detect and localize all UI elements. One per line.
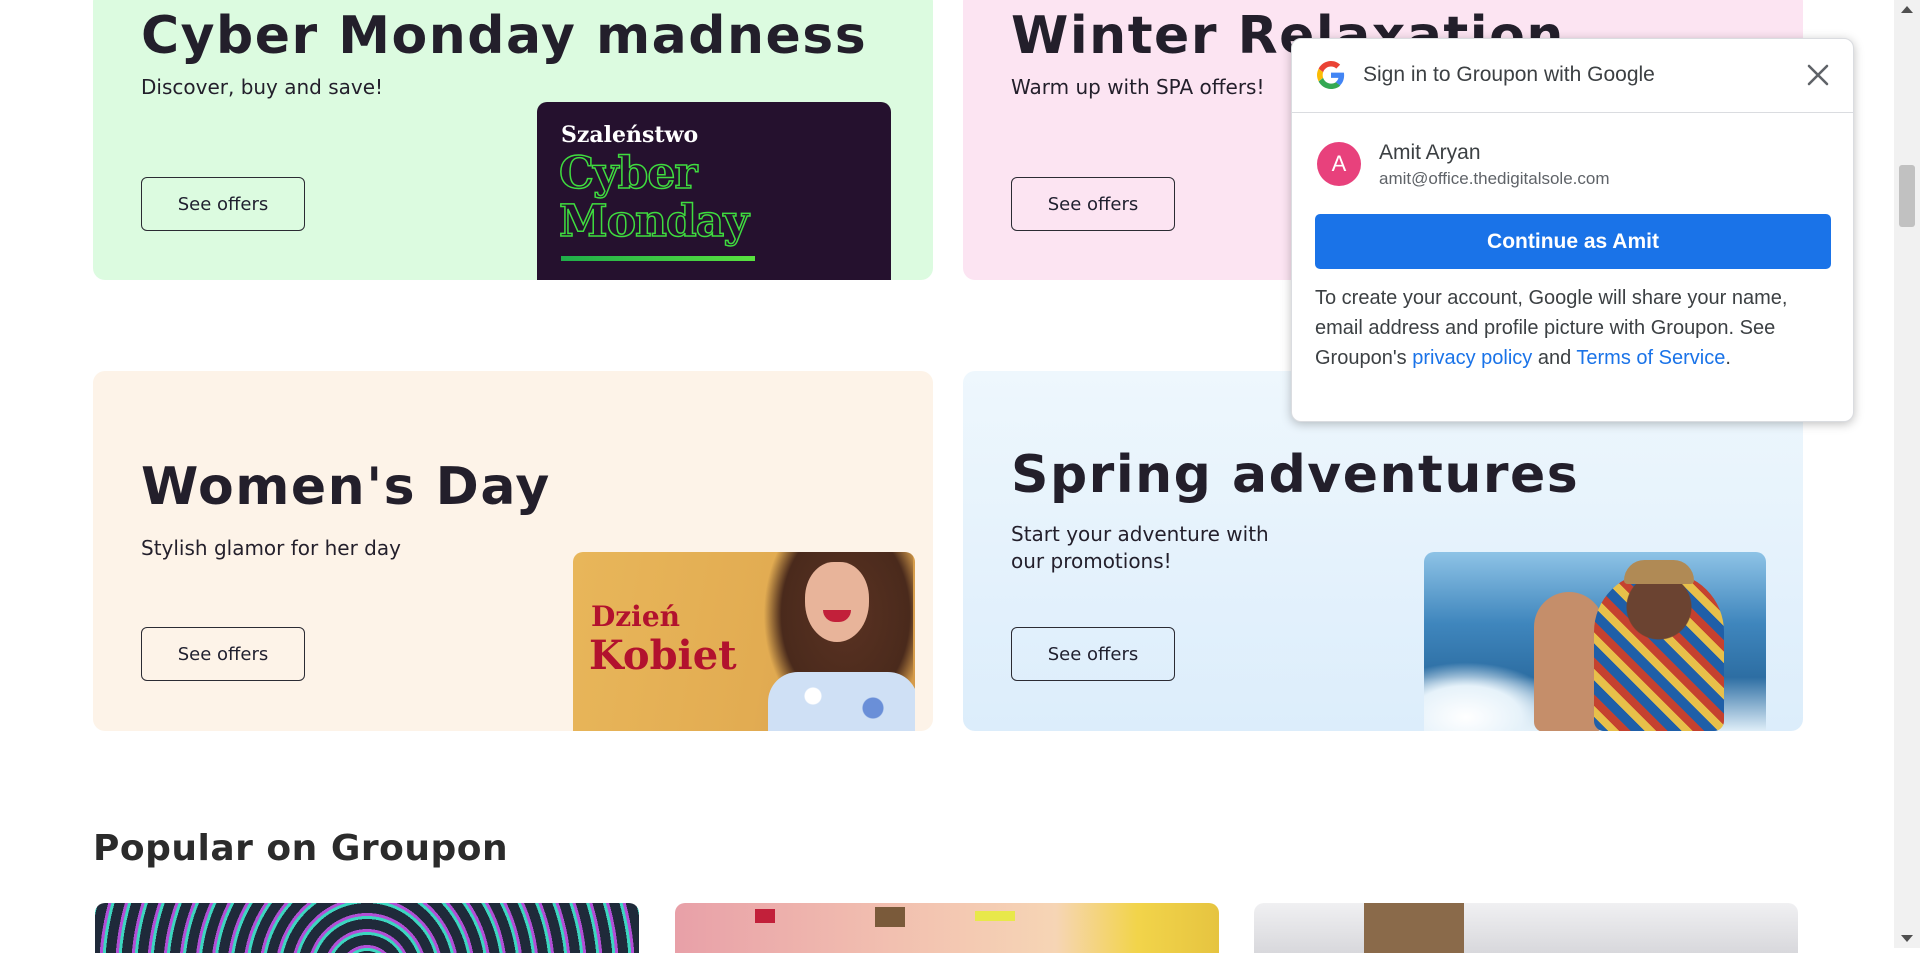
man-hat: [1624, 560, 1694, 584]
card-subtitle: Warm up with SPA offers!: [1011, 75, 1265, 99]
card-title: Cyber Monday madness: [141, 6, 868, 66]
vertical-scrollbar[interactable]: [1894, 0, 1920, 948]
card-title: Women's Day: [141, 457, 551, 517]
tile-flag: [755, 909, 775, 923]
spring-adventures-image[interactable]: [1424, 552, 1766, 731]
deal-tile[interactable]: [1254, 903, 1798, 953]
deal-tile[interactable]: [95, 903, 639, 953]
promo-card-womens-day: Women's Day Stylish glamor for her day S…: [93, 371, 933, 731]
section-title: Popular on Groupon: [93, 828, 509, 869]
woman-dress: [768, 672, 915, 731]
see-offers-button[interactable]: See offers: [1011, 627, 1175, 681]
account-email: amit@office.thedigitalsole.com: [1379, 169, 1610, 188]
promo-text: Szaleństwo: [561, 122, 699, 148]
scrollbar-thumb[interactable]: [1899, 165, 1915, 227]
promo-card-cyber-monday: Cyber Monday madness Discover, buy and s…: [93, 0, 933, 280]
card-subtitle: Stylish glamor for her day: [141, 536, 401, 560]
consent-text-part: .: [1725, 347, 1731, 369]
promo-text: Dzień: [591, 600, 680, 633]
terms-of-service-link[interactable]: Terms of Service: [1576, 347, 1725, 369]
privacy-policy-link[interactable]: privacy policy: [1412, 347, 1532, 369]
card-title: Spring adventures: [1011, 445, 1580, 505]
card-subtitle: Discover, buy and save!: [141, 75, 384, 99]
scroll-up-arrow-icon[interactable]: [1901, 6, 1913, 13]
popup-header: Sign in to Groupon with Google: [1292, 39, 1853, 113]
google-g-icon: [1317, 61, 1345, 89]
card-subtitle: Start your adventure with our promotions…: [1011, 522, 1269, 573]
see-offers-button[interactable]: See offers: [141, 627, 305, 681]
cyber-monday-image[interactable]: Szaleństwo Cyber Monday: [537, 102, 891, 280]
promo-underline: [561, 256, 755, 261]
person-man: [1594, 572, 1724, 731]
google-signin-popup: Sign in to Groupon with Google A Amit Ar…: [1291, 38, 1854, 422]
consent-text: To create your account, Google will shar…: [1315, 283, 1835, 373]
tile-door: [1364, 903, 1464, 953]
popup-title: Sign in to Groupon with Google: [1363, 63, 1655, 86]
tile-kite: [975, 911, 1015, 921]
deal-tile[interactable]: [675, 903, 1219, 953]
womens-day-image[interactable]: Dzień Kobiet: [573, 552, 915, 731]
tile-flag: [875, 907, 905, 927]
promo-card-spring-adventures: Spring adventures Start your adventure w…: [963, 371, 1803, 731]
promo-text: Kobiet: [589, 632, 737, 679]
close-icon[interactable]: [1803, 60, 1833, 90]
account-name: Amit Aryan: [1379, 141, 1481, 164]
scroll-down-arrow-icon[interactable]: [1901, 935, 1913, 942]
see-offers-button[interactable]: See offers: [141, 177, 305, 231]
continue-button[interactable]: Continue as Amit: [1315, 214, 1831, 269]
promo-text: Monday: [558, 195, 749, 248]
woman-face: [805, 562, 869, 642]
consent-text-part: and: [1532, 347, 1577, 369]
promo-text: Cyber: [558, 147, 698, 200]
see-offers-button[interactable]: See offers: [1011, 177, 1175, 231]
avatar: A: [1317, 142, 1361, 186]
